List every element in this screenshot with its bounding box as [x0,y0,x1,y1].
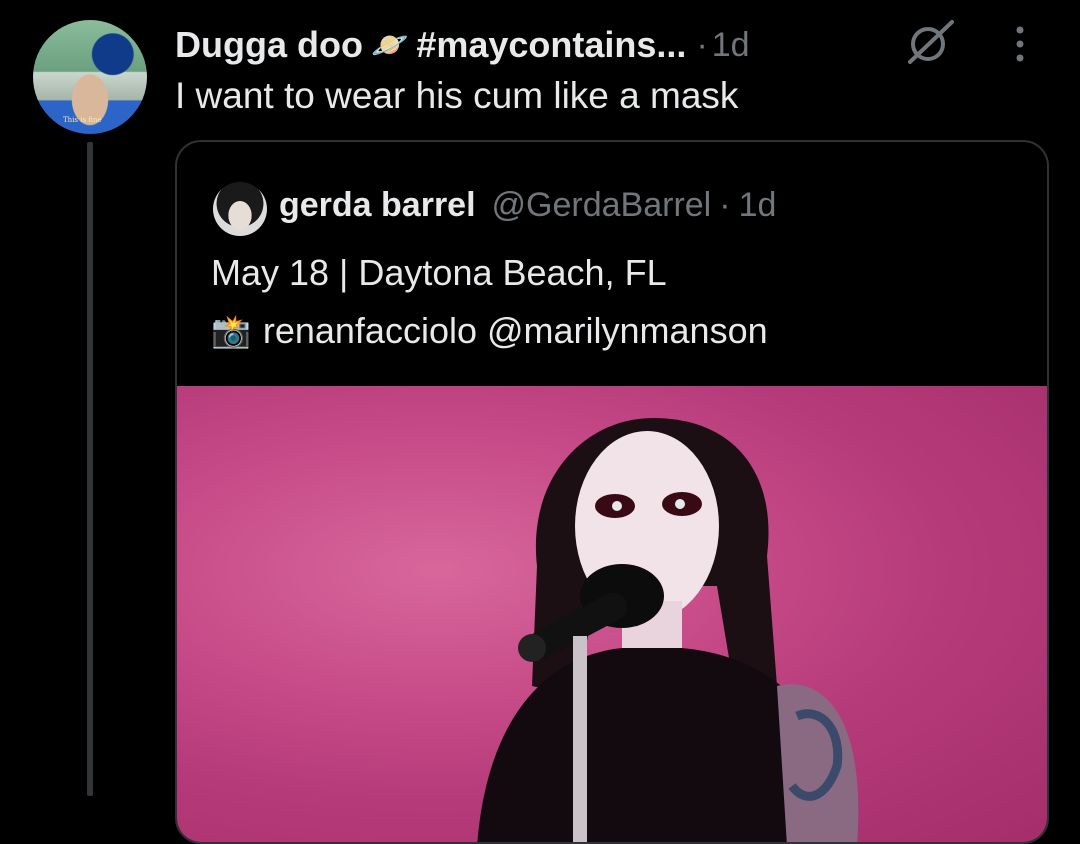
reply-author-avatar[interactable]: This is fine [33,20,147,134]
reply-header: Dugga doo 🪐 #maycontains... · 1d [175,20,750,70]
reply-timestamp[interactable]: 1d [712,26,750,65]
avatar-caption: This is fine [63,116,102,124]
reply-text: I want to wear his cum like a mask [175,75,739,116]
more-vertical-icon[interactable] [1008,24,1032,64]
separator-dot: · [719,185,731,224]
separator-dot: · [696,25,708,64]
planet-emoji: 🪐 [370,28,409,62]
reply-author-tag[interactable]: #maycontains... [416,24,686,66]
quoted-photo[interactable] [177,386,1047,842]
performer-photo-illustration [477,417,859,842]
quoted-author-handle[interactable]: @GerdaBarrel [492,186,712,225]
quoted-text-line2: 📸 renanfacciolo @marilynmanson [211,310,768,352]
reply-author-name[interactable]: Dugga doo [175,24,363,66]
grok-icon[interactable] [904,18,956,66]
camera-flash-icon: 📸 [211,313,251,349]
quoted-tweet-card[interactable]: gerda barrel @GerdaBarrel · 1d May 18 | … [175,140,1049,844]
quoted-text-credits: renanfacciolo @marilynmanson [262,310,768,351]
quoted-tweet-header: gerda barrel @GerdaBarrel · 1d [279,180,776,230]
quoted-author-avatar[interactable] [213,182,267,236]
quoted-timestamp[interactable]: 1d [739,186,777,225]
quoted-text-line1: May 18 | Daytona Beach, FL [211,252,667,293]
quoted-author-name[interactable]: gerda barrel [279,186,476,225]
thread-connector-line [87,142,93,796]
